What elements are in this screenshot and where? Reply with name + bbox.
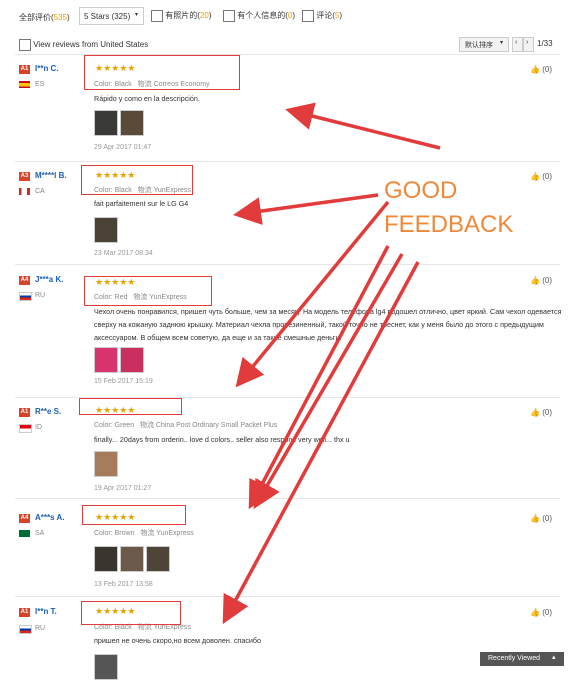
annotation-arrows [222,102,441,625]
arrow [222,261,420,625]
arrow [233,193,379,226]
arrow [253,253,404,510]
arrow [235,200,390,388]
arrow [285,102,441,150]
